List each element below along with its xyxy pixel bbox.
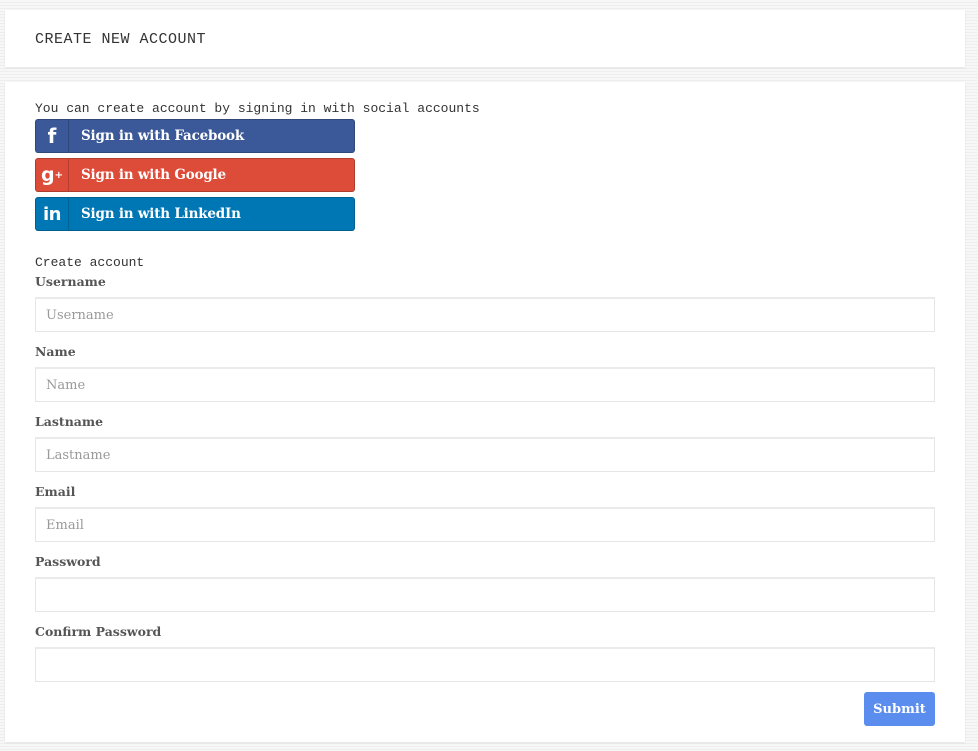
linkedin-signin-label: Sign in with LinkedIn [81,206,241,222]
page-title: CREATE NEW ACCOUNT [35,31,207,48]
google-signin-label: Sign in with Google [81,167,226,183]
name-label: Name [35,344,76,359]
username-label: Username [35,274,106,289]
create-account-panel: You can create account by signing in wit… [5,82,965,742]
password-input[interactable] [35,577,935,612]
google-signin-button[interactable]: g + Sign in with Google [35,158,355,192]
page-header: CREATE NEW ACCOUNT [5,10,965,67]
google-plus-icon-glyph: g [41,164,55,186]
lastname-label: Lastname [35,414,104,429]
password-label: Password [35,554,101,569]
name-input[interactable] [35,367,935,402]
create-account-heading: Create account [35,255,145,270]
email-input[interactable] [35,507,935,542]
google-plus-icon: g + [36,159,69,191]
confirm-password-input[interactable] [35,647,935,682]
facebook-signin-button[interactable]: f Sign in with Facebook [35,119,355,153]
google-plus-icon-sup: + [54,169,63,181]
username-input[interactable] [35,297,935,332]
facebook-signin-label: Sign in with Facebook [81,128,244,144]
linkedin-signin-button[interactable]: in Sign in with LinkedIn [35,197,355,231]
social-intro-text: You can create account by signing in wit… [35,101,480,116]
lastname-input[interactable] [35,437,935,472]
facebook-icon: f [36,120,69,152]
confirm-password-label: Confirm Password [35,624,162,639]
email-label: Email [35,484,76,499]
linkedin-icon: in [36,198,69,230]
submit-button[interactable]: Submit [864,692,935,726]
